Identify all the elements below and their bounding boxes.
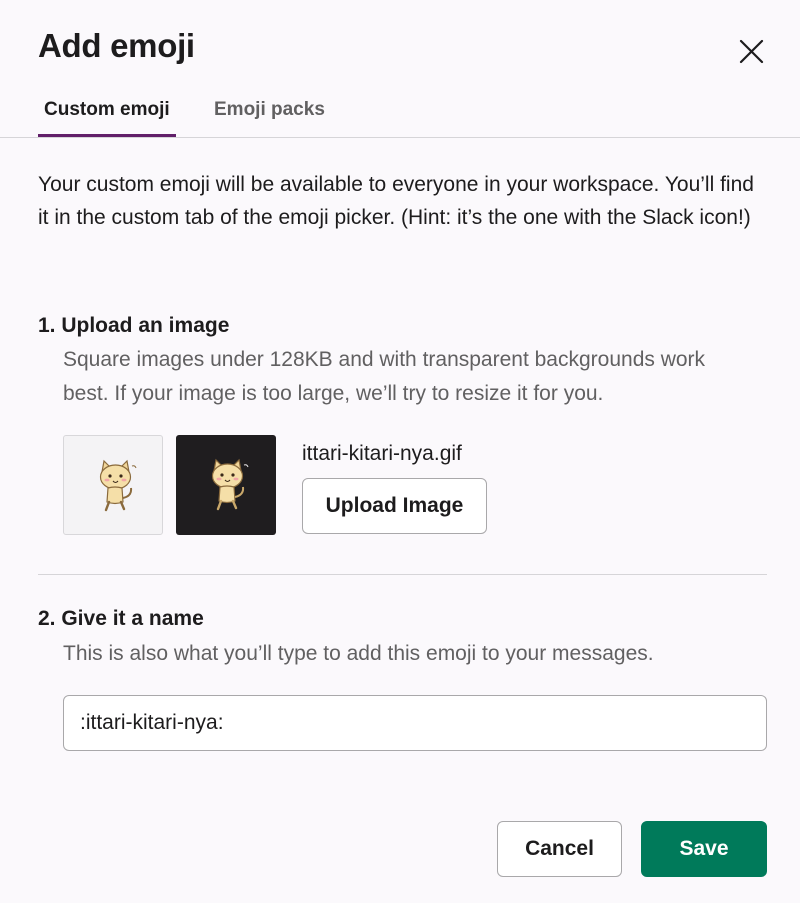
upload-heading: 1. Upload an image [38,314,230,337]
dialog-title: Add emoji [38,27,195,64]
save-button[interactable]: Save [641,821,767,877]
tab-emoji-packs[interactable]: Emoji packs [214,98,325,137]
section-divider [38,574,767,575]
uploaded-filename: ittari-kitari-nya.gif [302,442,462,465]
add-emoji-dialog: Add emoji Custom emoji Emoji packs Your … [0,0,800,903]
intro-text: Your custom emoji will be available to e… [38,173,754,229]
close-icon [739,39,764,64]
cancel-button[interactable]: Cancel [497,821,622,877]
emoji-preview-dark [176,435,276,535]
cat-emoji-image [211,458,249,511]
emoji-name-input[interactable]: :ittari-kitari-nya: [63,695,767,751]
name-heading: 2. Give it a name [38,607,204,630]
tab-custom-emoji[interactable]: Custom emoji [38,98,176,137]
close-button[interactable] [732,32,772,72]
emoji-preview-light [63,435,163,535]
upload-help-text: Square images under 128KB and with trans… [63,348,706,405]
upload-image-button[interactable]: Upload Image [302,478,487,534]
name-help-text: This is also what you’ll type to add thi… [63,642,654,665]
tab-bar: Custom emoji Emoji packs [0,88,800,138]
cat-emoji-image [99,459,137,512]
